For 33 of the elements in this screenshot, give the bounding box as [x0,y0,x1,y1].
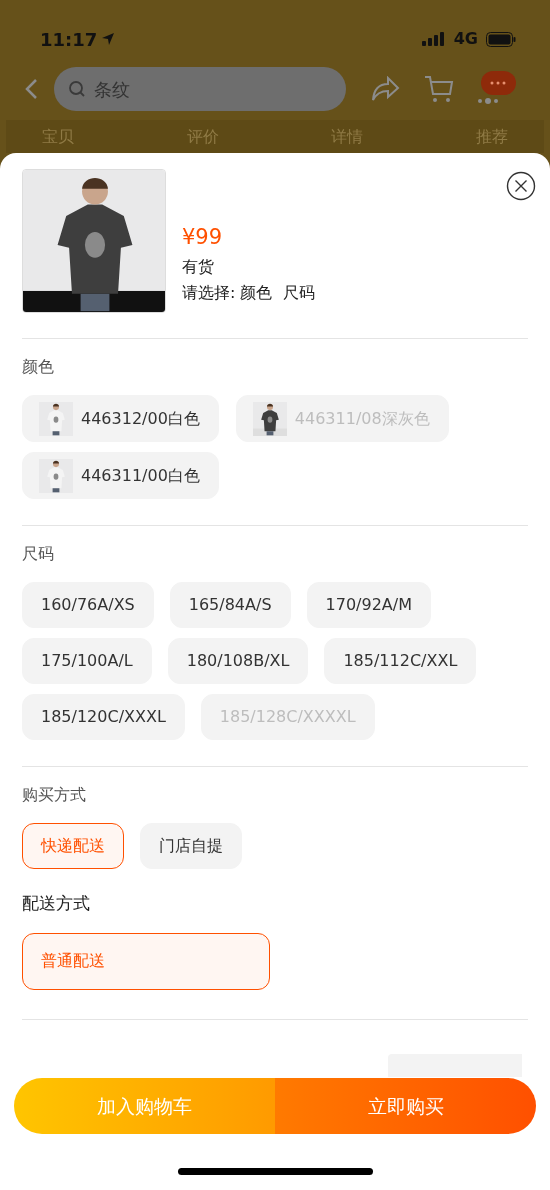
search-field[interactable]: 条纹 [54,67,346,111]
option-chip[interactable]: 185/120C/XXXL [22,694,185,740]
price: ¥99 [182,223,224,251]
status-time: 11:17 [40,27,98,52]
close-icon[interactable] [506,171,536,201]
location-arrow-icon [101,32,116,46]
color-option[interactable]: 446311/00白色 [22,452,219,499]
section-title: 购买方式 [22,785,86,804]
option-chip[interactable]: 160/76A/XS [22,582,154,628]
more-icon[interactable] [478,71,516,107]
search-icon [68,80,86,98]
network-label: 4G [453,28,478,50]
section-title: 颜色 [22,357,54,376]
option-chip[interactable]: 170/92A/M [306,582,431,628]
battery-icon [486,31,516,47]
add-to-cart-button[interactable]: 加入购物车 [14,1078,275,1134]
option-chip[interactable]: 180/108B/XL [167,638,309,684]
back-icon[interactable] [24,78,38,100]
option-chip[interactable]: 185/112C/XXL [324,638,477,684]
option-chip[interactable]: 门店自提 [140,823,242,869]
signal-icon [421,32,446,46]
option-chip[interactable]: 175/100A/L [22,638,152,684]
option-chip[interactable]: 快递配送 [22,823,124,869]
color-option[interactable]: 446312/00白色 [22,395,219,442]
section-title: 配送方式 [22,893,90,913]
option-chip[interactable]: 普通配送 [22,932,270,990]
section-title: 尺码 [22,544,54,563]
stock-status: 有货 [182,256,215,278]
cart-icon[interactable] [424,74,454,104]
buy-now-button[interactable]: 立即购买 [275,1078,536,1134]
selection-prompt: 请选择: 颜色 尺码 [182,282,315,304]
share-icon[interactable] [370,76,400,102]
option-chip[interactable]: 165/84A/S [169,582,291,628]
